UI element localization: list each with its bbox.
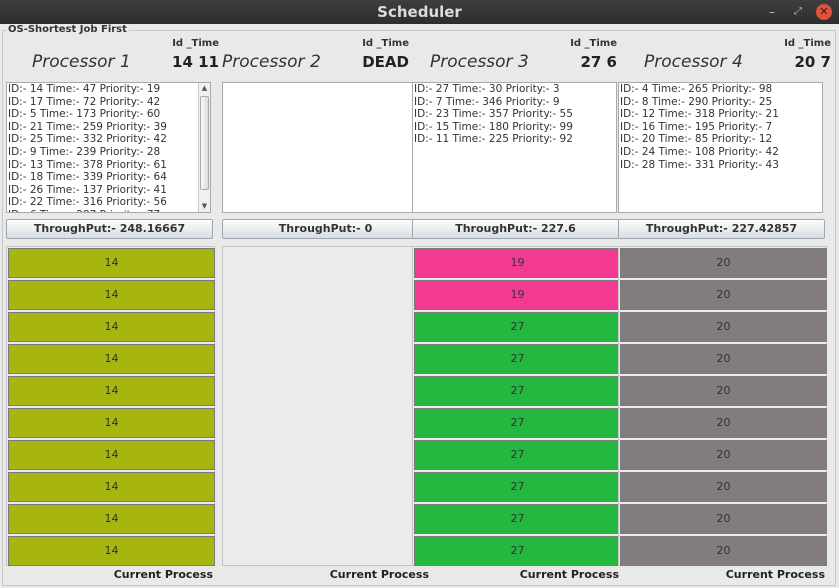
process-block[interactable]: 20 bbox=[620, 248, 827, 278]
window-title: Scheduler bbox=[377, 3, 462, 21]
queue-list-2[interactable] bbox=[222, 82, 427, 213]
process-block[interactable]: 20 bbox=[620, 344, 827, 374]
process-column-4: 20 20 20 20 20 20 20 20 20 20 bbox=[618, 246, 827, 566]
throughput-button[interactable]: ThroughPut:- 227.42857 bbox=[618, 219, 825, 239]
current-id-time: 20 7 bbox=[794, 53, 831, 71]
throughput-button[interactable]: ThroughPut:- 248.16667 bbox=[6, 219, 213, 239]
list-item[interactable]: ID:- 20 Time:- 85 Priority:- 12 bbox=[619, 133, 822, 146]
id-time-label: Id _Time bbox=[784, 38, 831, 49]
list-item[interactable]: ID:- 8 Time:- 290 Priority:- 25 bbox=[619, 96, 822, 109]
queue-list-1[interactable]: ID:- 14 Time:- 47 Priority:- 19 ID:- 17 T… bbox=[6, 82, 211, 213]
process-block[interactable]: 27 bbox=[414, 440, 621, 470]
process-block[interactable]: 14 bbox=[8, 472, 215, 502]
process-block[interactable]: 27 bbox=[414, 376, 621, 406]
queue-list-4[interactable]: ID:- 4 Time:- 265 Priority:- 98 ID:- 8 Ti… bbox=[618, 82, 823, 213]
process-block[interactable]: 20 bbox=[620, 376, 827, 406]
processor-header-2: Id _Time Processor 2 DEAD bbox=[202, 36, 411, 80]
process-block[interactable]: 19 bbox=[414, 248, 621, 278]
process-block[interactable]: 20 bbox=[620, 312, 827, 342]
list-item[interactable]: ID:- 9 Time:- 239 Priority:- 28 bbox=[7, 146, 210, 159]
process-block[interactable]: 19 bbox=[414, 280, 621, 310]
list-item[interactable]: ID:- 28 Time:- 331 Priority:- 43 bbox=[619, 159, 822, 172]
throughput-button[interactable]: ThroughPut:- 227.6 bbox=[412, 219, 619, 239]
list-item[interactable]: ID:- 18 Time:- 339 Priority:- 64 bbox=[7, 171, 210, 184]
list-item[interactable]: ID:- 7 Time:- 346 Priority:- 9 bbox=[413, 96, 616, 109]
list-item[interactable]: ID:- 13 Time:- 378 Priority:- 61 bbox=[7, 159, 210, 172]
id-time-label: Id _Time bbox=[570, 38, 617, 49]
current-process-label: Current Process bbox=[725, 568, 825, 581]
close-icon[interactable]: ✕ bbox=[816, 4, 832, 20]
process-block[interactable]: 14 bbox=[8, 408, 215, 438]
list-item[interactable]: ID:- 6 Time:- 287 Priority:- 77 bbox=[7, 209, 210, 212]
queue-scrollbar[interactable]: ▲ ▼ bbox=[198, 83, 210, 212]
processor-name: Processor 2 bbox=[222, 52, 321, 72]
process-block[interactable]: 14 bbox=[8, 536, 215, 566]
process-block[interactable]: 20 bbox=[620, 536, 827, 566]
list-item[interactable]: ID:- 17 Time:- 72 Priority:- 42 bbox=[7, 96, 210, 109]
processor-name: Processor 1 bbox=[32, 52, 131, 72]
minimize-icon[interactable]: – bbox=[764, 4, 780, 20]
current-process-label: Current Process bbox=[519, 568, 619, 581]
process-block[interactable]: 14 bbox=[8, 280, 215, 310]
throughput-button[interactable]: ThroughPut:- 0 bbox=[222, 219, 429, 239]
scroll-thumb[interactable] bbox=[200, 96, 209, 190]
current-id-time: 27 6 bbox=[580, 53, 617, 71]
process-block[interactable]: 27 bbox=[414, 312, 621, 342]
current-process-label: Current Process bbox=[113, 568, 213, 581]
process-block[interactable]: 20 bbox=[620, 280, 827, 310]
title-bar: Scheduler – ⤢ ✕ bbox=[0, 0, 839, 24]
scroll-down-icon[interactable]: ▼ bbox=[199, 201, 210, 212]
panel-title: OS-Shortest Job First bbox=[6, 24, 129, 35]
processor-name: Processor 4 bbox=[644, 52, 743, 72]
queue-list-3[interactable]: ID:- 27 Time:- 30 Priority:- 3 ID:- 7 Tim… bbox=[412, 82, 617, 213]
processor-name: Processor 3 bbox=[430, 52, 529, 72]
process-block[interactable]: 27 bbox=[414, 504, 621, 534]
process-column-2 bbox=[222, 246, 431, 566]
list-item[interactable]: ID:- 23 Time:- 357 Priority:- 55 bbox=[413, 108, 616, 121]
list-item[interactable]: ID:- 11 Time:- 225 Priority:- 92 bbox=[413, 133, 616, 146]
list-item[interactable]: ID:- 4 Time:- 265 Priority:- 98 bbox=[619, 83, 822, 96]
process-block[interactable]: 14 bbox=[8, 344, 215, 374]
process-block[interactable]: 14 bbox=[8, 440, 215, 470]
list-item[interactable]: ID:- 24 Time:- 108 Priority:- 42 bbox=[619, 146, 822, 159]
list-item[interactable]: ID:- 22 Time:- 316 Priority:- 56 bbox=[7, 196, 210, 209]
list-item[interactable]: ID:- 26 Time:- 137 Priority:- 41 bbox=[7, 184, 210, 197]
list-item[interactable]: ID:- 12 Time:- 318 Priority:- 21 bbox=[619, 108, 822, 121]
processor-header-3: Id _Time Processor 3 27 6 bbox=[410, 36, 619, 80]
id-time-label: Id _Time bbox=[362, 38, 409, 49]
process-block[interactable]: 20 bbox=[620, 504, 827, 534]
current-process-label: Current Process bbox=[329, 568, 429, 581]
scroll-up-icon[interactable]: ▲ bbox=[199, 83, 210, 94]
process-block[interactable]: 27 bbox=[414, 472, 621, 502]
list-item[interactable]: ID:- 14 Time:- 47 Priority:- 19 bbox=[7, 83, 210, 96]
process-block[interactable]: 20 bbox=[620, 472, 827, 502]
process-block[interactable]: 14 bbox=[8, 248, 215, 278]
process-block[interactable]: 20 bbox=[620, 440, 827, 470]
maximize-icon[interactable]: ⤢ bbox=[790, 4, 806, 20]
processor-header-4: Id _Time Processor 4 20 7 bbox=[624, 36, 833, 80]
process-block[interactable]: 27 bbox=[414, 408, 621, 438]
process-block[interactable]: 14 bbox=[8, 312, 215, 342]
process-block[interactable]: 27 bbox=[414, 344, 621, 374]
list-item[interactable]: ID:- 5 Time:- 173 Priority:- 60 bbox=[7, 108, 210, 121]
process-block[interactable]: 14 bbox=[8, 376, 215, 406]
list-item[interactable]: ID:- 21 Time:- 259 Priority:- 39 bbox=[7, 121, 210, 134]
processor-header-1: Id _Time Processor 1 14 11 bbox=[12, 36, 221, 80]
list-item[interactable]: ID:- 25 Time:- 332 Priority:- 42 bbox=[7, 133, 210, 146]
process-block[interactable]: 20 bbox=[620, 408, 827, 438]
list-item[interactable]: ID:- 27 Time:- 30 Priority:- 3 bbox=[413, 83, 616, 96]
process-block[interactable]: 27 bbox=[414, 536, 621, 566]
list-item[interactable]: ID:- 15 Time:- 180 Priority:- 99 bbox=[413, 121, 616, 134]
process-column-1: 14 14 14 14 14 14 14 14 14 14 bbox=[6, 246, 215, 566]
process-column-3: 19 19 27 27 27 27 27 27 27 27 bbox=[412, 246, 621, 566]
process-block[interactable]: 14 bbox=[8, 504, 215, 534]
list-item[interactable]: ID:- 16 Time:- 195 Priority:- 7 bbox=[619, 121, 822, 134]
current-id-time: DEAD bbox=[362, 53, 409, 71]
